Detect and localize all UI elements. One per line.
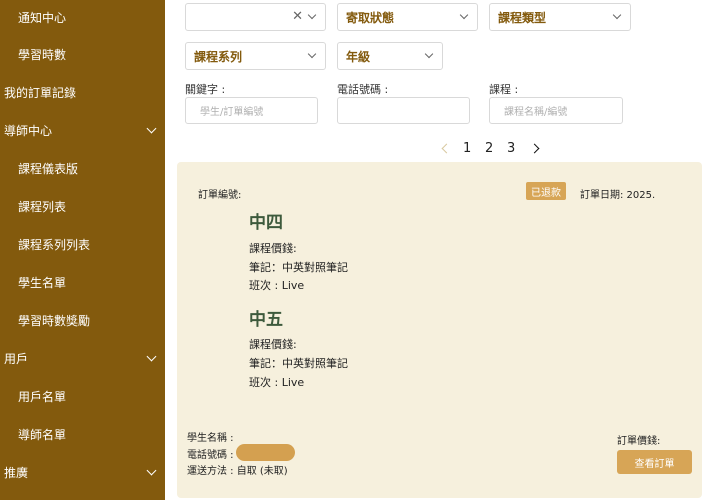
item-price: 課程價錢: [249, 242, 297, 255]
chevron-down-icon [146, 465, 157, 476]
phone-input[interactable] [337, 97, 470, 124]
prev-page-icon[interactable] [441, 143, 452, 154]
select-value: 年級 [346, 49, 371, 64]
status-badge: 已退款 [526, 182, 566, 200]
sidebar-item-label: 推廣 [4, 465, 29, 480]
course-input[interactable]: 課程名稱/編號 [489, 97, 623, 124]
sidebar-item-label: 學習時數 [18, 47, 67, 62]
course-series-select[interactable]: 課程系列 [185, 42, 326, 70]
sidebar-item-student-list[interactable]: 學生名單 [0, 263, 165, 301]
grade-select[interactable]: 年級 [337, 42, 443, 70]
item-note: 筆記：中英對照筆記 [249, 357, 348, 370]
item-grade: 中五 [249, 310, 283, 330]
keyword-placeholder: 學生/訂單編號 [200, 107, 264, 118]
sidebar-item-promotion[interactable]: 推廣 [0, 453, 165, 491]
sidebar-item-label: 課程系列列表 [18, 237, 91, 252]
sidebar-item-label: 用戶 [4, 351, 29, 366]
chevron-down-icon [146, 123, 157, 134]
sidebar-item-label: 我的訂單記錄 [4, 85, 77, 100]
next-page-icon[interactable] [529, 143, 540, 154]
sidebar-item-label: 通知中心 [18, 10, 67, 25]
redacted-phone [236, 444, 295, 461]
main-content: ✕ 寄取狀態 課程類型 課程系列 年級 關鍵字 : 學生/訂單編號 電話號碼 :… [165, 0, 702, 500]
sidebar-item-label: 導師中心 [4, 123, 53, 138]
sidebar-item-label: 課程列表 [18, 199, 67, 214]
sidebar-item-label: 導師名單 [18, 427, 67, 442]
page-3[interactable]: 3 [507, 141, 515, 156]
order-date: 訂單日期: 2025. [580, 190, 656, 201]
sidebar-item-tutor-center[interactable]: 導師中心 [0, 111, 165, 149]
sidebar-item-learning-hours[interactable]: 學習時數 [0, 35, 165, 73]
sidebar-item-label: 課程儀表版 [18, 161, 79, 176]
chevron-down-icon [307, 49, 317, 59]
view-order-button[interactable]: 查看訂單 [617, 450, 692, 474]
item-grade: 中四 [249, 213, 283, 233]
course-placeholder: 課程名稱/編號 [504, 107, 568, 118]
order-number-label: 訂單編號: [198, 190, 242, 201]
chevron-down-icon [424, 49, 434, 59]
chevron-down-icon [612, 10, 622, 20]
sidebar: 通知中心 學習時數 我的訂單記錄 導師中心 課程儀表版 課程列表 課程系列列表 … [0, 0, 165, 500]
sidebar-item-course-list[interactable]: 課程列表 [0, 187, 165, 225]
item-note: 筆記：中英對照筆記 [249, 261, 348, 274]
sidebar-item-course-series-list[interactable]: 課程系列列表 [0, 225, 165, 263]
sidebar-item-tutor-list[interactable]: 導師名單 [0, 415, 165, 453]
first-filter-select[interactable]: ✕ [185, 3, 326, 31]
delivery-method: 運送方法 : 自取 (未取) [187, 466, 288, 477]
sidebar-item-label: 學生名單 [18, 275, 67, 290]
sidebar-item-label: 學習時數獎勵 [18, 313, 91, 328]
chevron-down-icon [307, 10, 317, 20]
sidebar-item-user-list[interactable]: 用戶名單 [0, 377, 165, 415]
select-value: 課程類型 [498, 10, 547, 25]
item-price: 課程價錢: [249, 338, 297, 351]
order-price: 訂單價錢: [617, 436, 661, 447]
sidebar-item-notifications[interactable]: 通知中心 [0, 0, 165, 36]
phone-label: 電話號碼 : [337, 83, 389, 96]
select-value: 寄取狀態 [346, 10, 395, 25]
student-phone: 電話號碼 : [187, 450, 234, 461]
item-class: 班次 : Live [249, 279, 305, 292]
page-1[interactable]: 1 [463, 141, 471, 156]
clear-icon[interactable]: ✕ [292, 9, 303, 24]
sidebar-item-course-dashboard[interactable]: 課程儀表版 [0, 149, 165, 187]
shipping-status-select[interactable]: 寄取狀態 [337, 3, 478, 31]
course-label: 課程 : [489, 83, 519, 96]
page-2[interactable]: 2 [485, 141, 493, 156]
student-name: 學生名稱 : [187, 433, 234, 444]
chevron-down-icon [459, 10, 469, 20]
sidebar-item-my-orders[interactable]: 我的訂單記錄 [0, 73, 165, 111]
chevron-down-icon [146, 351, 157, 362]
sidebar-item-label: 用戶名單 [18, 389, 67, 404]
keyword-label: 關鍵字 : [185, 83, 226, 96]
select-value: 課程系列 [194, 49, 243, 64]
item-class: 班次 : Live [249, 376, 305, 389]
keyword-input[interactable]: 學生/訂單編號 [185, 97, 318, 124]
sidebar-item-users[interactable]: 用戶 [0, 339, 165, 377]
course-type-select[interactable]: 課程類型 [489, 3, 631, 31]
sidebar-item-learning-rewards[interactable]: 學習時數獎勵 [0, 301, 165, 339]
order-card: 訂單編號: 已退款 訂單日期: 2025. 中四 課程價錢: 筆記：中英對照筆記… [177, 162, 702, 498]
